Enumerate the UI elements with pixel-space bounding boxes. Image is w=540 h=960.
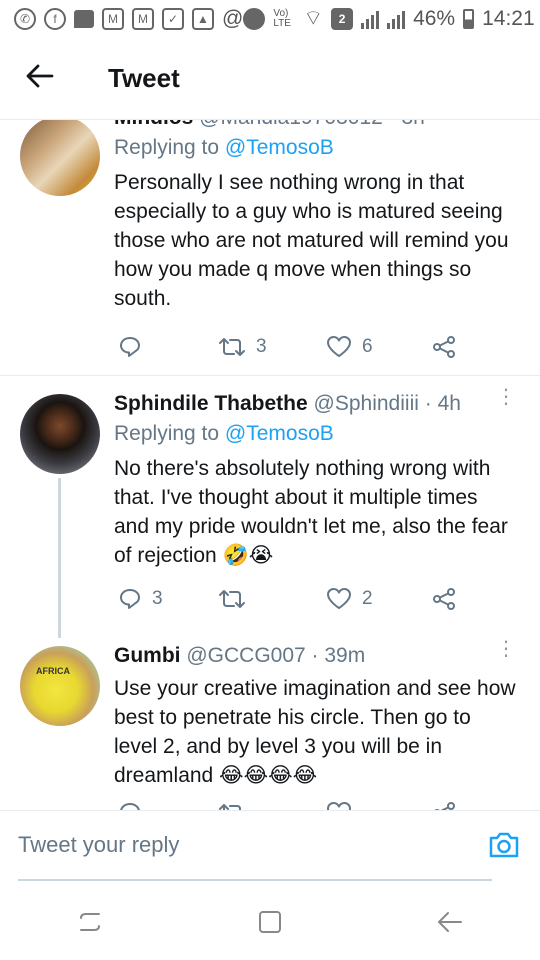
author-name[interactable]: Gumbi <box>114 644 181 667</box>
recent-apps-icon[interactable] <box>70 902 110 942</box>
replying-label: Replying to <box>114 136 220 159</box>
gmail-icon: M <box>132 8 154 30</box>
share-button[interactable] <box>432 801 456 810</box>
more-options-icon[interactable]: ⋮ <box>496 387 516 407</box>
author-handle: @Mandla19703012 <box>199 120 383 129</box>
camera-icon[interactable] <box>488 831 520 864</box>
reply-button[interactable] <box>118 335 152 359</box>
author-handle: @GCCG007 <box>186 644 306 667</box>
tweet-header: Sphindile Thabethe @Sphindiiii · 4h <box>114 392 516 416</box>
reply-button[interactable] <box>118 801 142 810</box>
tweet[interactable]: AFRICA Gumbi @GCCG007 · 39m Use your cre… <box>0 636 540 810</box>
tweet-content: Mindlos @Mandla19703012 · 3h Replying to… <box>114 120 516 313</box>
alarm-icon <box>243 8 266 30</box>
sim-icon: 2 <box>331 8 354 30</box>
like-count: 2 <box>362 588 373 609</box>
mention-link[interactable]: @TemosoB <box>225 422 334 445</box>
tweet-content: Gumbi @GCCG007 · 39m Use your creative i… <box>114 644 516 790</box>
share-button[interactable] <box>432 335 456 359</box>
author-handle: @Sphindiiii <box>313 392 419 415</box>
checkbox-icon: ✓ <box>162 8 184 30</box>
reply-composer: Tweet your reply <box>0 810 540 884</box>
retweet-icon <box>219 590 245 608</box>
reply-icon <box>120 589 140 609</box>
author-name[interactable]: Sphindile Thabethe <box>114 392 308 415</box>
reply-icon <box>120 337 140 357</box>
tweet-actions <box>114 798 474 810</box>
heart-icon <box>327 336 351 357</box>
at-icon: @ <box>222 7 244 30</box>
reply-count: 3 <box>152 588 163 609</box>
back-arrow-icon[interactable] <box>26 62 66 96</box>
message-icon <box>74 10 94 28</box>
tweet-actions: 3 2 <box>114 584 474 614</box>
reply-button[interactable]: 3 <box>118 587 163 611</box>
status-bar: ✆ f M M ✓ ▲ @ Vo) LTE ⌔ 2 46% 14:21 <box>0 0 540 38</box>
more-options-icon[interactable]: ⋮ <box>496 639 516 659</box>
reply-feed[interactable]: Mindlos @Mandla19703012 · 3h Replying to… <box>0 120 540 810</box>
tweet-time: · 3h <box>389 120 425 129</box>
tweet-time: · 4h <box>424 392 461 415</box>
replying-to: Replying to @TemosoB <box>114 422 516 446</box>
system-navigation-bar <box>0 884 540 960</box>
reply-input[interactable]: Tweet your reply <box>18 811 492 881</box>
reply-icon <box>120 803 140 810</box>
tweet-header: Gumbi @GCCG007 · 39m <box>114 644 516 668</box>
replying-label: Replying to <box>114 422 220 445</box>
tweet-text: No there's absolutely nothing wrong with… <box>114 457 508 567</box>
avatar-label: AFRICA <box>36 666 70 676</box>
tweet[interactable]: Sphindile Thabethe @Sphindiiii · 4h Repl… <box>0 376 540 616</box>
retweet-button[interactable] <box>218 802 246 810</box>
tweet-header: Mindlos @Mandla19703012 · 3h <box>114 120 516 130</box>
system-icons: Vo) LTE ⌔ 2 46% 14:21 <box>243 6 535 32</box>
gallery-icon: ▲ <box>192 8 214 30</box>
retweet-button[interactable]: 3 <box>218 336 267 358</box>
mention-link[interactable]: @TemosoB <box>225 136 334 159</box>
heart-icon <box>327 588 351 609</box>
signal-icon <box>361 9 380 29</box>
signal-icon <box>387 9 406 29</box>
like-count: 6 <box>362 336 373 357</box>
retweet-icon <box>219 338 245 356</box>
facebook-icon: f <box>44 8 66 30</box>
tweet-text: Personally I see nothing wrong in that e… <box>114 171 509 310</box>
page-title: Tweet <box>108 63 180 93</box>
tweet-actions: 3 6 <box>114 332 474 362</box>
volte-icon: Vo) LTE <box>273 8 291 29</box>
wifi-icon: ⌔ <box>303 7 324 30</box>
replying-to: Replying to @TemosoB <box>114 136 516 160</box>
avatar[interactable] <box>20 394 100 474</box>
avatar[interactable]: AFRICA <box>20 646 100 726</box>
share-button[interactable] <box>432 587 456 611</box>
back-icon[interactable] <box>430 902 470 942</box>
author-name[interactable]: Mindlos <box>114 120 193 129</box>
whatsapp-icon: ✆ <box>14 8 36 30</box>
like-button[interactable]: 6 <box>326 335 373 359</box>
notification-icons: ✆ f M M ✓ ▲ @ <box>14 7 243 31</box>
share-icon <box>434 802 455 810</box>
tweet[interactable]: Mindlos @Mandla19703012 · 3h Replying to… <box>0 120 540 358</box>
tweet-time: · 39m <box>311 644 366 667</box>
share-icon <box>433 336 455 358</box>
retweet-icon <box>219 804 241 810</box>
top-app-bar: Tweet <box>0 38 540 120</box>
tweet-text: Use your creative imagination and see ho… <box>114 677 516 787</box>
gmail-icon: M <box>102 8 124 30</box>
retweet-count: 3 <box>256 336 267 357</box>
tweet-content: Sphindile Thabethe @Sphindiiii · 4h Repl… <box>114 392 516 570</box>
reply-placeholder: Tweet your reply <box>18 832 180 857</box>
share-icon <box>433 588 455 610</box>
clock: 14:21 <box>482 7 535 30</box>
retweet-button[interactable] <box>218 588 256 610</box>
like-button[interactable] <box>326 801 352 810</box>
battery-icon <box>463 9 475 29</box>
avatar[interactable] <box>20 120 100 196</box>
battery-level: 46% <box>413 7 456 30</box>
like-button[interactable]: 2 <box>326 587 373 611</box>
home-icon[interactable] <box>250 902 290 942</box>
heart-icon <box>327 802 351 810</box>
